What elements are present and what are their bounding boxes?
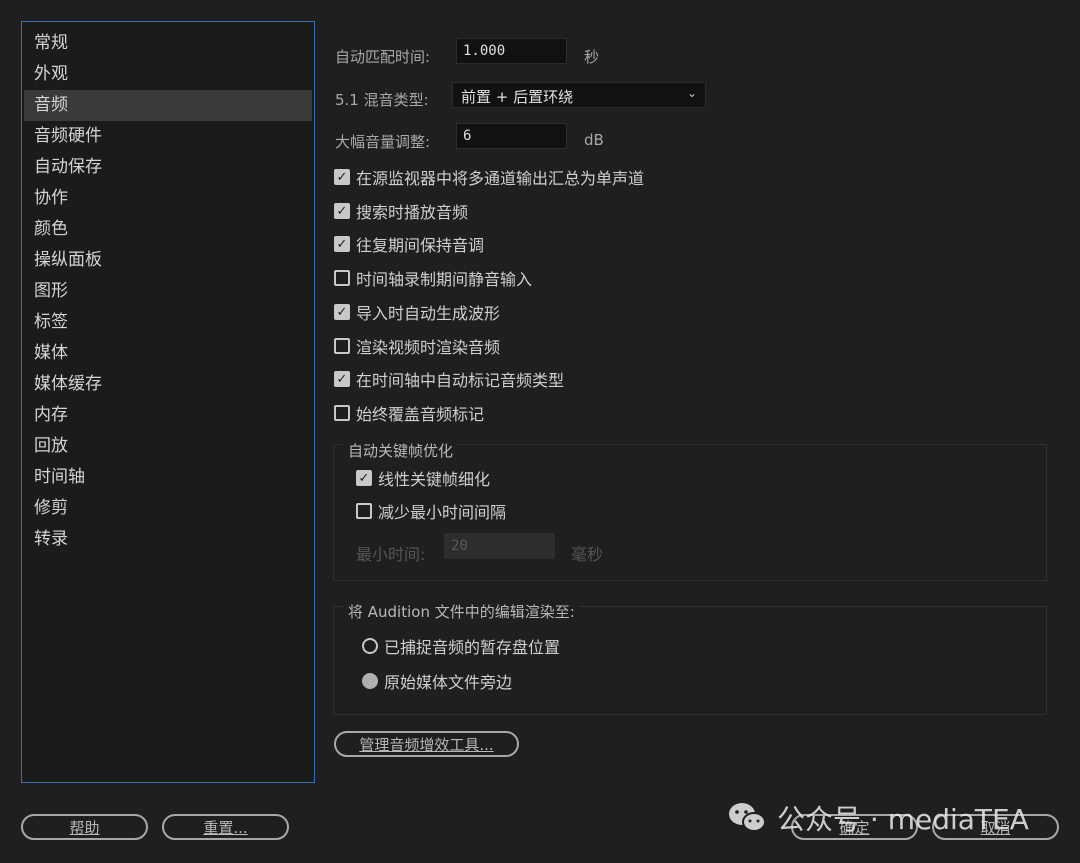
sidebar-item[interactable]: 外观 bbox=[24, 59, 312, 90]
sidebar-item[interactable]: 修剪 bbox=[24, 493, 312, 524]
automatch-time-label: 自动匹配时间: bbox=[335, 48, 431, 66]
sidebar-item[interactable]: 内存 bbox=[24, 400, 312, 431]
sidebar-item[interactable]: 图形 bbox=[24, 276, 312, 307]
mix51-label: 5.1 混音类型: bbox=[335, 91, 429, 109]
linear-keyframe-checkbox-row[interactable]: ✓ 线性关键帧细化 bbox=[356, 466, 490, 490]
sidebar-item[interactable]: 音频硬件 bbox=[24, 121, 312, 152]
audio-option-checkbox[interactable] bbox=[334, 270, 350, 286]
reduce-interval-label: 减少最小时间间隔 bbox=[378, 503, 507, 522]
audio-option-row[interactable]: 始终覆盖音频标记 bbox=[334, 401, 484, 425]
sidebar-item[interactable]: 转录 bbox=[24, 524, 312, 555]
original-media-label: 原始媒体文件旁边 bbox=[384, 673, 513, 692]
audio-option-label: 导入时自动生成波形 bbox=[356, 304, 501, 323]
min-time-label: 最小时间: bbox=[356, 545, 426, 564]
sidebar-item[interactable]: 媒体 bbox=[24, 338, 312, 369]
keyframe-group-title: 自动关键帧优化 bbox=[344, 440, 458, 461]
audio-option-label: 时间轴录制期间静音输入 bbox=[356, 270, 533, 289]
audio-option-checkbox[interactable]: ✓ bbox=[334, 304, 350, 320]
gain-unit: dB bbox=[584, 131, 604, 149]
audio-option-label: 渲染视频时渲染音频 bbox=[356, 338, 501, 357]
automatch-time-unit: 秒 bbox=[584, 48, 600, 66]
sidebar-item[interactable]: 回放 bbox=[24, 431, 312, 462]
sidebar-item[interactable]: 时间轴 bbox=[24, 462, 312, 493]
sidebar-item[interactable]: 自动保存 bbox=[24, 152, 312, 183]
audio-option-checkbox[interactable] bbox=[334, 405, 350, 421]
audio-option-label: 往复期间保持音调 bbox=[356, 236, 485, 255]
audio-option-label: 搜索时播放音频 bbox=[356, 203, 469, 222]
watermark-text: 公众号 · mediaTEA bbox=[777, 803, 1029, 836]
audio-option-row[interactable]: 时间轴录制期间静音输入 bbox=[334, 266, 532, 290]
audition-group-title: 将 Audition 文件中的编辑渲染至: bbox=[344, 601, 579, 622]
audio-option-row[interactable]: ✓ 搜索时播放音频 bbox=[334, 199, 468, 223]
audio-option-label: 在源监视器中将多通道输出汇总为单声道 bbox=[356, 169, 645, 188]
chevron-down-icon: ⌄ bbox=[686, 86, 697, 100]
wechat-watermark: 公众号 · mediaTEA bbox=[727, 798, 1029, 838]
sidebar-item[interactable]: 颜色 bbox=[24, 214, 312, 245]
sidebar-item[interactable]: 媒体缓存 bbox=[24, 369, 312, 400]
audio-option-checkbox[interactable]: ✓ bbox=[334, 236, 350, 252]
audio-option-checkbox[interactable]: ✓ bbox=[334, 203, 350, 219]
radio-row-scratch-disk[interactable]: 已捕捉音频的暂存盘位置 bbox=[362, 634, 560, 658]
preferences-category-list: 常规 外观 音频 音频硬件 自动保存 协作 颜色 操纵面板 图形 标签 媒体 媒体缓存 内存 回放 时间轴修… bbox=[21, 21, 315, 783]
radio-row-original-media[interactable]: 原始媒体文件旁边 bbox=[362, 669, 512, 693]
audio-option-row[interactable]: ✓ 在源监视器中将多通道输出汇总为单声道 bbox=[334, 165, 644, 189]
automatch-time-input[interactable] bbox=[456, 38, 567, 64]
sidebar-item[interactable]: 操纵面板 bbox=[24, 245, 312, 276]
scratch-disk-label: 已捕捉音频的暂存盘位置 bbox=[384, 638, 561, 657]
audition-render-group bbox=[333, 606, 1047, 715]
audio-option-checkbox[interactable] bbox=[334, 338, 350, 354]
audio-option-row[interactable]: ✓ 导入时自动生成波形 bbox=[334, 300, 500, 324]
gain-input[interactable] bbox=[456, 123, 567, 149]
manage-audio-plugins-button[interactable]: 管理音频增效工具... bbox=[334, 731, 519, 757]
linear-keyframe-checkbox[interactable]: ✓ bbox=[356, 470, 372, 486]
audio-option-label: 始终覆盖音频标记 bbox=[356, 405, 485, 424]
reduce-interval-checkbox-row[interactable]: 减少最小时间间隔 bbox=[356, 499, 506, 523]
linear-keyframe-label: 线性关键帧细化 bbox=[378, 470, 491, 489]
mix51-selected-value: 前置 + 后置环绕 bbox=[461, 88, 574, 106]
sidebar-item[interactable]: 标签 bbox=[24, 307, 312, 338]
audio-option-row[interactable]: ✓ 在时间轴中自动标记音频类型 bbox=[334, 367, 564, 391]
sidebar-item[interactable]: 协作 bbox=[24, 183, 312, 214]
audio-option-row[interactable]: 渲染视频时渲染音频 bbox=[334, 334, 500, 358]
mix51-select[interactable]: 前置 + 后置环绕 ⌄ bbox=[452, 82, 706, 108]
help-button[interactable]: 帮助 bbox=[21, 814, 148, 840]
wechat-icon bbox=[727, 801, 767, 835]
category-list: 常规 外观 音频 音频硬件 自动保存 协作 颜色 操纵面板 图形 标签 媒体 媒体缓存 内存 回放 时间轴修… bbox=[22, 22, 314, 555]
reduce-interval-checkbox[interactable] bbox=[356, 503, 372, 519]
audio-option-checkbox[interactable]: ✓ bbox=[334, 371, 350, 387]
audio-option-label: 在时间轴中自动标记音频类型 bbox=[356, 371, 565, 390]
audio-option-checkbox[interactable]: ✓ bbox=[334, 169, 350, 185]
sidebar-item[interactable]: 常规 bbox=[24, 28, 312, 59]
min-time-unit: 毫秒 bbox=[571, 545, 604, 564]
sidebar-item[interactable]: 音频 bbox=[24, 90, 312, 121]
reset-button[interactable]: 重置... bbox=[162, 814, 289, 840]
gain-label: 大幅音量调整: bbox=[335, 133, 431, 151]
audio-option-row[interactable]: ✓ 往复期间保持音调 bbox=[334, 232, 484, 256]
scratch-disk-radio[interactable] bbox=[362, 638, 378, 654]
min-time-input[interactable] bbox=[444, 533, 555, 559]
original-media-radio[interactable] bbox=[362, 673, 378, 689]
